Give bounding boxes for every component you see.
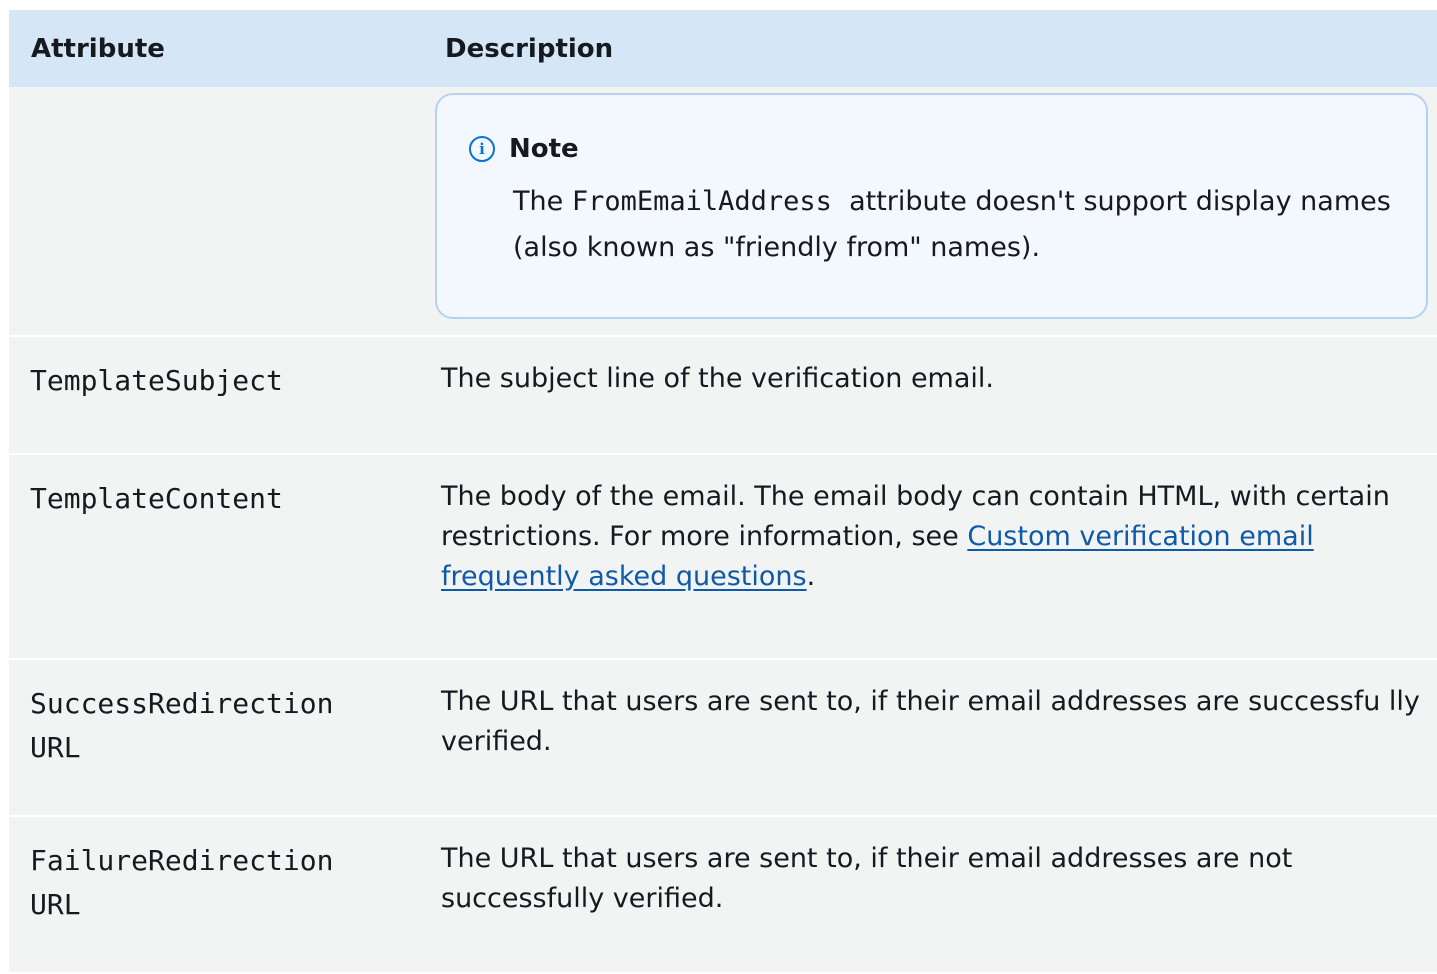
note-text-before: The [513, 186, 572, 217]
attributes-table: Attribute Description i Note The FromEma… [9, 10, 1437, 974]
description-cell: i Note The FromEmailAddress attribute do… [423, 87, 1437, 337]
header-attribute: Attribute [9, 10, 423, 87]
table-row: TemplateContent The body of the email. T… [9, 454, 1437, 660]
table-row: SuccessRedirection URL The URL that users… [9, 659, 1437, 817]
attribute-line: URL [30, 888, 81, 921]
header-description: Description [423, 10, 1437, 87]
note-header: i Note [469, 129, 1400, 169]
attribute-cell-empty [9, 87, 423, 337]
attribute-cell: SuccessRedirection URL [9, 659, 423, 817]
description-cell: The body of the email. The email body ca… [423, 454, 1437, 660]
table-row: FailureRedirection URL The URL that users… [9, 816, 1437, 974]
attribute-line: FailureRedirection [30, 844, 334, 877]
table-row: i Note The FromEmailAddress attribute do… [9, 87, 1437, 337]
description-cell: The URL that users are sent to, if their… [423, 816, 1437, 974]
description-text-end: . [806, 561, 816, 592]
table-row: TemplateSubject The subject line of the … [9, 336, 1437, 455]
table-header-row: Attribute Description [9, 10, 1437, 87]
description-cell: The subject line of the verification ema… [423, 336, 1437, 455]
attribute-line: SuccessRedirection [30, 687, 334, 720]
note-title: Note [509, 134, 579, 164]
info-icon: i [469, 136, 495, 162]
attribute-cell: FailureRedirection URL [9, 816, 423, 974]
attribute-cell: TemplateContent [9, 454, 423, 660]
attribute-line: URL [30, 731, 81, 764]
note-callout: i Note The FromEmailAddress attribute do… [435, 93, 1428, 319]
note-body: The FromEmailAddress attribute doesn't s… [469, 179, 1400, 271]
attribute-cell: TemplateSubject [9, 336, 423, 455]
description-cell: The URL that users are sent to, if their… [423, 659, 1437, 817]
note-code: FromEmailAddress [571, 186, 832, 217]
